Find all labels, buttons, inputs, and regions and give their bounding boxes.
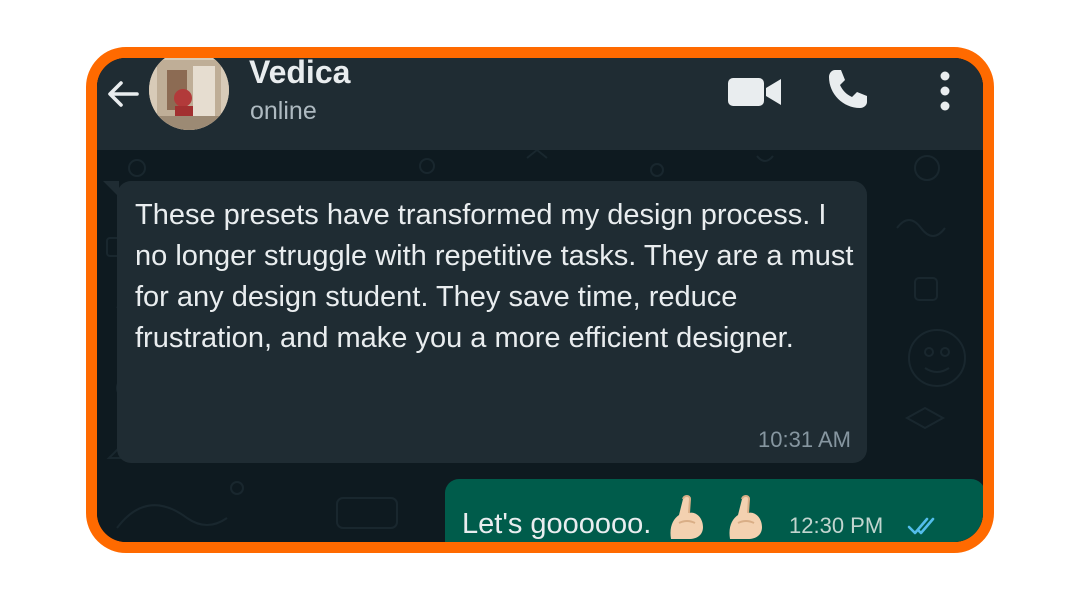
bubble-tail <box>103 181 119 197</box>
outgoing-message-text-row: Let's goooooo. <box>462 493 768 542</box>
message-timestamp: 10:31 AM <box>758 427 851 452</box>
contact-name[interactable]: Vedica <box>249 58 350 92</box>
message-text: These presets have transformed my design… <box>135 199 854 354</box>
pinched-fingers-emoji-icon <box>728 495 762 539</box>
chat-header: Vedica online <box>97 58 983 150</box>
avatar-photo <box>149 58 229 130</box>
outgoing-message-bubble[interactable]: Let's goooooo. 12:30 PM <box>445 479 983 542</box>
read-receipt-double-check-icon <box>907 517 935 535</box>
pinched-fingers-emoji-icon <box>670 495 704 539</box>
incoming-message-bubble[interactable]: These presets have transformed my design… <box>103 181 867 463</box>
contact-status: online <box>250 97 317 125</box>
more-options-icon[interactable] <box>933 66 957 116</box>
phone-screenshot-frame: Vedica online These presets have transfo… <box>86 47 994 553</box>
avatar[interactable] <box>149 58 229 130</box>
arrow-left-icon[interactable] <box>103 74 143 114</box>
video-call-icon[interactable] <box>727 74 783 110</box>
bubble-tail <box>983 479 994 495</box>
message-timestamp: 12:30 PM <box>789 513 884 538</box>
message-text: Let's goooooo. <box>462 508 652 540</box>
voice-call-icon[interactable] <box>825 66 871 112</box>
